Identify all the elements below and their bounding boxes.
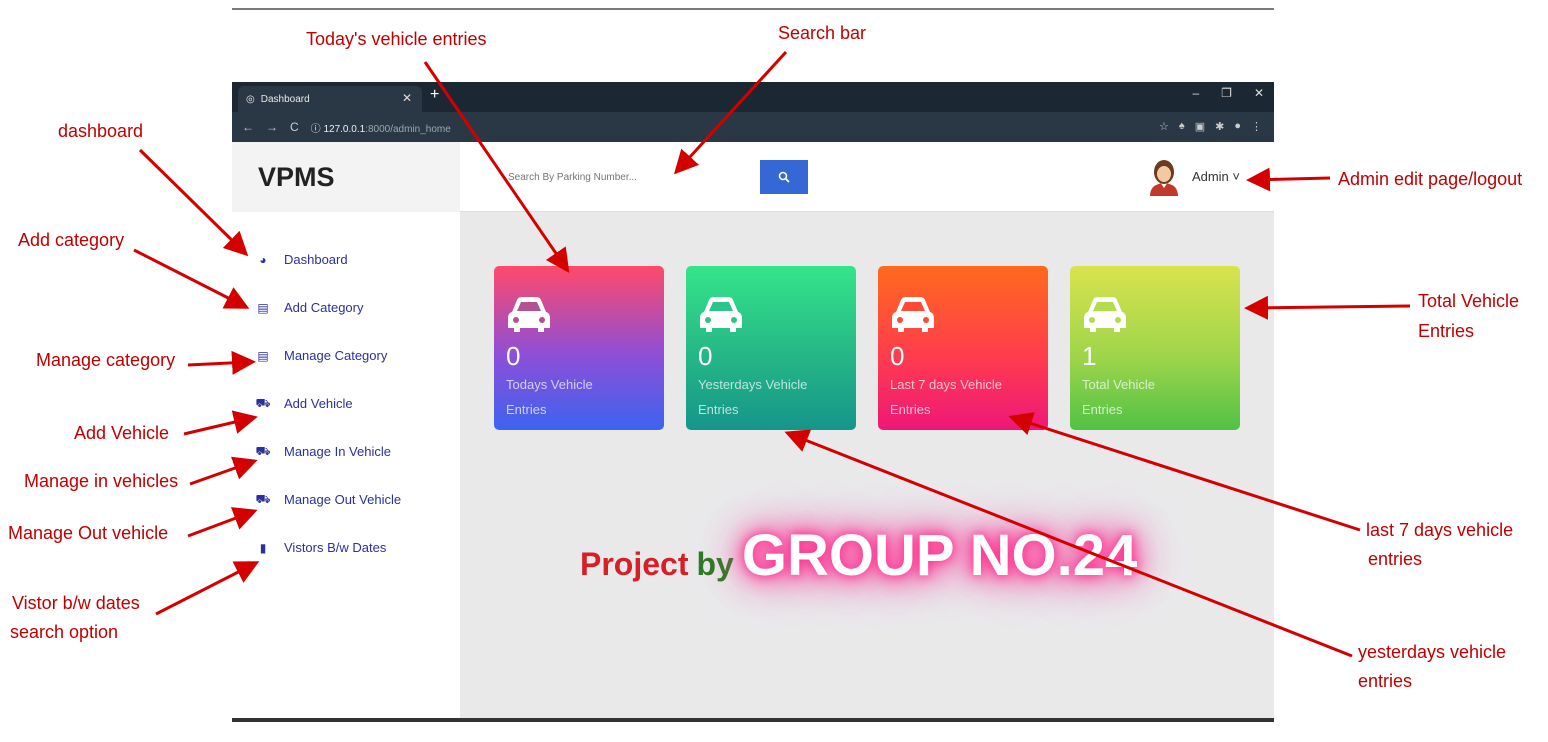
annotation-last7-line2: entries xyxy=(1368,549,1423,569)
arrow-search-bar xyxy=(673,50,788,175)
annotation-search-bar: Search bar xyxy=(778,23,867,43)
annotation-manage-category: Manage category xyxy=(36,350,176,370)
arrow-manage-out xyxy=(187,507,258,538)
arrow-add-category xyxy=(133,248,250,309)
annotation-last7-line1: last 7 days vehicle xyxy=(1366,520,1514,540)
arrow-today-entries xyxy=(423,61,570,273)
arrow-manage-category xyxy=(187,350,256,375)
annotation-dashboard: dashboard xyxy=(58,121,144,141)
arrow-add-vehicle xyxy=(183,410,258,436)
arrow-manage-in xyxy=(189,456,258,486)
annotation-total-line1: Total Vehicle xyxy=(1418,291,1520,311)
annotation-add-vehicle: Add Vehicle xyxy=(74,423,170,443)
arrow-yesterday xyxy=(784,429,1353,658)
annotation-visitors-line1: Vistor b/w dates xyxy=(12,593,140,613)
annotation-today-entries: Today's vehicle entries xyxy=(306,29,487,49)
annotation-visitors-line2: search option xyxy=(10,622,119,642)
annotation-manage-in: Manage in vehicles xyxy=(24,471,179,491)
annotated-screenshot: ◎ Dashboard ✕ + – ❐ ✕ ← → C ⓘ 127.0.0.1:… xyxy=(0,0,1548,742)
arrow-dashboard xyxy=(138,148,249,257)
annotation-admin: Admin edit page/logout xyxy=(1338,169,1523,189)
annotation-arrows xyxy=(133,50,1411,658)
arrow-total xyxy=(1244,295,1411,320)
annotation-yesterday-line2: entries xyxy=(1358,671,1413,691)
annotation-manage-out: Manage Out vehicle xyxy=(8,523,169,543)
arrow-admin xyxy=(1246,167,1331,192)
annotation-yesterday-line1: yesterdays vehicle xyxy=(1358,642,1507,662)
annotation-total-line2: Entries xyxy=(1418,321,1475,341)
arrow-visitors xyxy=(155,561,260,616)
annotation-add-category: Add category xyxy=(18,230,125,250)
arrow-last-7-days xyxy=(1008,412,1361,532)
